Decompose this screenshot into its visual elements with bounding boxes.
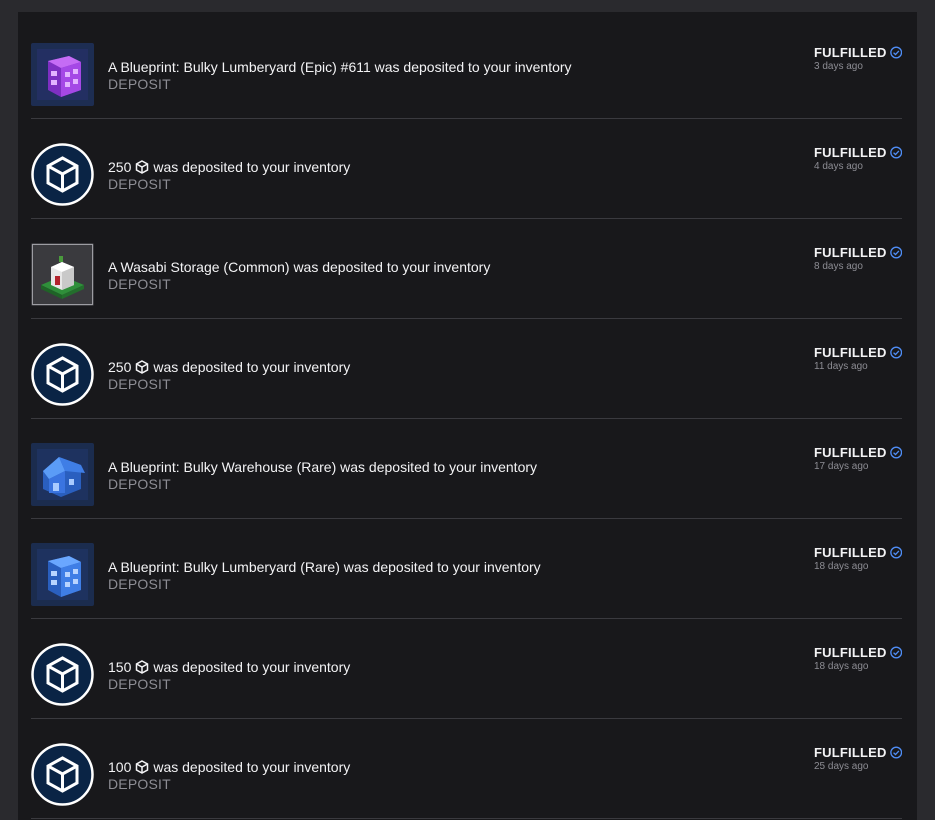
blue-warehouse-blueprint-icon xyxy=(31,443,94,506)
check-circle-icon xyxy=(889,146,902,159)
deposit-amount: 250 xyxy=(108,159,132,175)
status-badge: FULFILLED xyxy=(814,45,887,60)
deposit-title: A Blueprint: Bulky Warehouse (Rare) was … xyxy=(108,459,537,475)
status-badge: FULFILLED xyxy=(814,545,887,560)
list-item[interactable]: 150 was deposited to your inventory DEPO… xyxy=(31,619,902,719)
timestamp: 17 days ago xyxy=(814,461,869,472)
status-block: FULFILLED 25 days ago xyxy=(814,745,902,772)
deposit-title-text: was deposited to your inventory xyxy=(153,659,351,675)
status-badge: FULFILLED xyxy=(814,645,887,660)
deposit-type: DEPOSIT xyxy=(108,676,171,692)
wasabi-storage-building-icon xyxy=(31,243,94,306)
gala-token-icon xyxy=(136,660,149,674)
deposit-title-text: was deposited to your inventory xyxy=(153,359,351,375)
status-block: FULFILLED 17 days ago xyxy=(814,445,902,472)
deposit-title-text: was deposited to your inventory xyxy=(153,759,351,775)
deposit-title: 250 was deposited to your inventory xyxy=(108,159,350,175)
gala-token-icon xyxy=(136,160,149,174)
list-item[interactable]: 250 was deposited to your inventory DEPO… xyxy=(31,319,902,419)
deposit-title-text: A Blueprint: Bulky Warehouse (Rare) was … xyxy=(108,459,538,475)
list-item[interactable]: 250 was deposited to your inventory DEPO… xyxy=(31,119,902,219)
list-item[interactable]: 100 was deposited to your inventory DEPO… xyxy=(31,719,902,819)
check-circle-icon xyxy=(889,746,902,759)
timestamp: 25 days ago xyxy=(814,761,869,772)
gala-token-logo-icon xyxy=(31,743,94,806)
gala-token-logo-icon xyxy=(31,343,94,406)
status-badge: FULFILLED xyxy=(814,345,887,360)
timestamp: 18 days ago xyxy=(814,661,869,672)
check-circle-icon xyxy=(889,46,902,59)
deposit-title-text: A Blueprint: Bulky Lumberyard (Epic) #61… xyxy=(108,59,572,75)
deposit-type: DEPOSIT xyxy=(108,276,171,292)
blue-lumberyard-blueprint-icon xyxy=(31,543,94,606)
list-item[interactable]: A Wasabi Storage (Common) was deposited … xyxy=(31,219,902,319)
list-item[interactable]: A Blueprint: Bulky Warehouse (Rare) was … xyxy=(31,419,902,519)
timestamp: 4 days ago xyxy=(814,161,863,172)
deposit-amount: 250 xyxy=(108,359,132,375)
deposit-title: A Blueprint: Bulky Lumberyard (Epic) #61… xyxy=(108,59,572,75)
deposit-history-panel: A Blueprint: Bulky Lumberyard (Epic) #61… xyxy=(18,12,917,820)
gala-token-icon xyxy=(136,760,149,774)
list-item[interactable]: A Blueprint: Bulky Lumberyard (Epic) #61… xyxy=(31,19,902,119)
deposit-type: DEPOSIT xyxy=(108,176,171,192)
deposit-type: DEPOSIT xyxy=(108,776,171,792)
status-badge: FULFILLED xyxy=(814,745,887,760)
deposit-title-text: was deposited to your inventory xyxy=(153,159,351,175)
check-circle-icon xyxy=(889,346,902,359)
deposit-type: DEPOSIT xyxy=(108,576,171,592)
timestamp: 11 days ago xyxy=(814,361,868,372)
deposit-type: DEPOSIT xyxy=(108,76,171,92)
deposit-amount: 150 xyxy=(108,659,132,675)
status-block: FULFILLED 8 days ago xyxy=(814,245,902,272)
timestamp: 8 days ago xyxy=(814,261,863,272)
deposit-amount: 100 xyxy=(108,759,132,775)
status-block: FULFILLED 4 days ago xyxy=(814,145,902,172)
status-block: FULFILLED 3 days ago xyxy=(814,45,902,72)
deposit-title: A Blueprint: Bulky Lumberyard (Rare) was… xyxy=(108,559,541,575)
status-block: FULFILLED 18 days ago xyxy=(814,545,902,572)
status-block: FULFILLED 11 days ago xyxy=(814,345,902,372)
check-circle-icon xyxy=(889,646,902,659)
purple-blueprint-building-icon xyxy=(31,43,94,106)
deposit-title-text: A Blueprint: Bulky Lumberyard (Rare) was… xyxy=(108,559,541,575)
gala-token-logo-icon xyxy=(31,143,94,206)
list-item[interactable]: A Blueprint: Bulky Lumberyard (Rare) was… xyxy=(31,519,902,619)
check-circle-icon xyxy=(889,246,902,259)
deposit-type: DEPOSIT xyxy=(108,376,171,392)
status-badge: FULFILLED xyxy=(814,245,887,260)
timestamp: 3 days ago xyxy=(814,61,863,72)
status-block: FULFILLED 18 days ago xyxy=(814,645,902,672)
gala-token-logo-icon xyxy=(31,643,94,706)
check-circle-icon xyxy=(889,546,902,559)
status-badge: FULFILLED xyxy=(814,445,887,460)
deposit-type: DEPOSIT xyxy=(108,476,171,492)
deposit-title: 150 was deposited to your inventory xyxy=(108,659,350,675)
deposit-title: 100 was deposited to your inventory xyxy=(108,759,350,775)
check-circle-icon xyxy=(889,446,902,459)
timestamp: 18 days ago xyxy=(814,561,869,572)
deposit-title-text: A Wasabi Storage (Common) was deposited … xyxy=(108,259,491,275)
gala-token-icon xyxy=(136,360,149,374)
deposit-title: A Wasabi Storage (Common) was deposited … xyxy=(108,259,490,275)
status-badge: FULFILLED xyxy=(814,145,887,160)
deposit-title: 250 was deposited to your inventory xyxy=(108,359,350,375)
